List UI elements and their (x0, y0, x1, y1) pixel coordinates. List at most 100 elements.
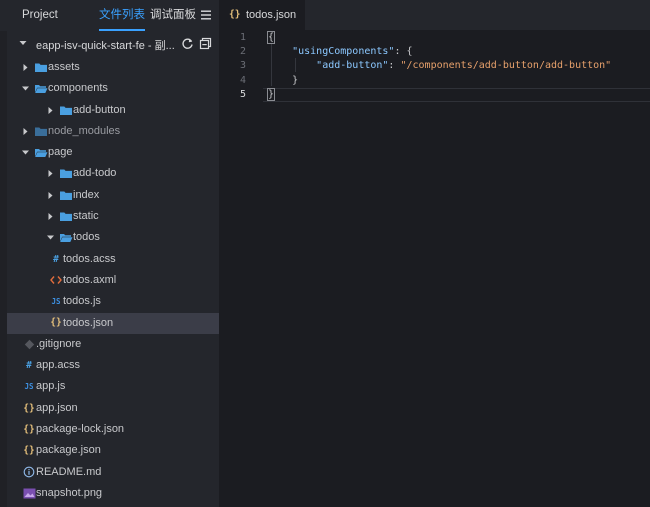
chevron-right-icon[interactable] (21, 127, 30, 136)
javascript-icon: JS (51, 297, 61, 307)
project-header[interactable]: eapp-isv-quick-start-fe - 副... (7, 33, 219, 55)
line-text: } (266, 87, 276, 102)
line-number: 2 (239, 46, 246, 58)
collapse-all-icon[interactable] (199, 37, 212, 50)
folder-open-icon (34, 142, 48, 163)
tree-item-label: package-lock.json (36, 423, 125, 436)
tree-item-label: todos.js (63, 295, 101, 308)
chevron-right-icon[interactable] (46, 191, 55, 200)
menu-icon[interactable] (200, 9, 212, 21)
code-line: 3 "add-button": "/components/add-button/… (219, 59, 650, 73)
info-icon (22, 462, 36, 483)
tree-item-static[interactable]: static (7, 206, 219, 227)
tree-item-todos-js[interactable]: JS todos.js (7, 291, 219, 312)
tree-item-todos[interactable]: todos (7, 227, 219, 248)
folder-open-icon (34, 78, 48, 99)
line-number: 4 (239, 74, 246, 86)
tree-item-label: todos.axml (63, 273, 117, 286)
chevron-down-icon[interactable] (21, 84, 30, 93)
folder-open-icon (59, 227, 73, 248)
json-punctuation: } (266, 87, 276, 101)
tree-item-label: package.json (36, 444, 101, 457)
json-file-icon: {} (23, 445, 35, 457)
tree-item-label: app.json (36, 401, 78, 414)
json-file-icon: {} (50, 317, 62, 329)
tree-item-package-lock-json[interactable]: {} package-lock.json (7, 419, 219, 440)
tree-item-add-todo[interactable]: add-todo (7, 163, 219, 184)
tab-file-list[interactable]: 文件列表 (99, 0, 145, 31)
folder-icon (59, 163, 73, 184)
chevron-right-icon[interactable] (46, 169, 55, 178)
chevron-right-icon[interactable] (21, 63, 30, 72)
tree-item-app-acss[interactable]: # app.acss (7, 355, 219, 376)
chevron-down-icon[interactable] (21, 148, 30, 157)
json-file-icon: {} (23, 402, 35, 414)
folder-icon (59, 185, 73, 206)
tree-item-page[interactable]: page (7, 142, 219, 163)
hash-icon: # (26, 360, 32, 372)
code-line: 4 } (219, 74, 650, 88)
folder-icon (34, 121, 48, 142)
folder-icon (59, 100, 73, 121)
line-number: 1 (239, 32, 246, 43)
chevron-down-icon[interactable] (18, 38, 28, 48)
json-key: "add-button" (316, 60, 389, 72)
folder-icon (59, 206, 73, 227)
file-explorer-sidebar: Project 文件列表 调试面板 eapp-isv-quick-start-f… (0, 0, 219, 507)
code-line: 1{ (219, 31, 650, 45)
tree-item-assets[interactable]: assets (7, 57, 219, 78)
tree-item-label: static (73, 210, 99, 223)
code-editor: {} todos.json 1{2 "usingComponents": {3 … (219, 0, 650, 507)
tree-item-app-json[interactable]: {} app.json (7, 398, 219, 419)
line-text: } (268, 74, 298, 88)
activity-strip (0, 0, 7, 507)
tree-item-label: README.md (36, 465, 102, 478)
editor-tab-bar: {} todos.json (219, 0, 650, 30)
refresh-icon[interactable] (181, 37, 194, 50)
tree-item-todos-json[interactable]: {} todos.json (7, 312, 219, 334)
json-punctuation: : { (394, 46, 413, 58)
tree-item-label: assets (48, 61, 80, 73)
json-file-icon: {} (229, 9, 241, 20)
json-punctuation (268, 60, 316, 71)
git-icon (22, 334, 36, 355)
code-area[interactable]: 1{2 "usingComponents": {3 "add-button": … (219, 30, 650, 507)
tree-item-label: todos.json (63, 316, 114, 329)
line-number: 5 (239, 88, 246, 100)
chevron-right-icon[interactable] (46, 212, 55, 221)
json-punctuation: } (268, 74, 299, 86)
tree-item-index[interactable]: index (7, 185, 219, 206)
javascript-icon: JS (24, 382, 34, 392)
tree-item-add-button[interactable]: add-button (7, 100, 219, 121)
editor-tab-todos-json[interactable]: {} todos.json (219, 0, 305, 30)
tree-item-components[interactable]: components (7, 78, 219, 99)
editor-tab-label: todos.json (246, 9, 297, 21)
json-string: "/components/add-button/add-button" (400, 60, 612, 72)
tree-item-label: snapshot.png (36, 486, 103, 499)
tab-project[interactable]: Project (22, 0, 58, 31)
line-text: "usingComponents": { (268, 45, 413, 59)
sidebar-tabs: Project 文件列表 调试面板 (0, 0, 219, 31)
line-text: "add-button": "/components/add-button/ad… (268, 59, 611, 73)
json-file-icon: {} (23, 423, 35, 435)
json-punctuation: : (388, 60, 401, 72)
tree-item-label: node_modules (48, 124, 121, 137)
tree-item-label: app.acss (36, 359, 81, 372)
tree-item-label: todos.acss (63, 252, 116, 265)
tree-item-todos-acss[interactable]: # todos.acss (7, 249, 219, 270)
tree-item-app-js[interactable]: JS app.js (7, 376, 219, 397)
tree-item-gitignore[interactable]: .gitignore (7, 334, 219, 355)
tree-item-readme-md[interactable]: README.md (7, 462, 219, 483)
tree-item-node-modules[interactable]: node_modules (7, 121, 219, 142)
tab-debug-panel[interactable]: 调试面板 (150, 0, 196, 31)
tree-item-label: add-button (73, 103, 126, 116)
code-line: 5} (219, 87, 650, 102)
chevron-down-icon[interactable] (46, 233, 55, 242)
tree-item-label: .gitignore (36, 337, 82, 350)
tree-item-todos-axml[interactable]: todos.axml (7, 270, 219, 291)
tree-item-snapshot-png[interactable]: snapshot.png (7, 483, 219, 504)
folder-icon (34, 57, 48, 78)
tree-item-package-json[interactable]: {} package.json (7, 440, 219, 461)
chevron-right-icon[interactable] (46, 106, 55, 115)
tree-item-label: app.js (36, 380, 66, 393)
